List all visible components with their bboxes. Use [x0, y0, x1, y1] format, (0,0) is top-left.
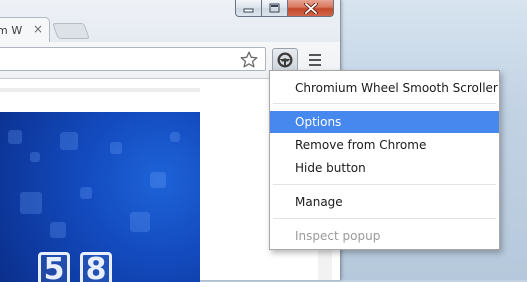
tab-close-icon[interactable]: × [32, 23, 44, 35]
extension-steering-wheel-button[interactable] [272, 48, 298, 72]
minimize-icon [243, 8, 254, 12]
tab-strip: m W × [0, 0, 340, 44]
maximize-icon [269, 3, 280, 13]
menu-separator [273, 103, 496, 104]
menu-separator [273, 184, 496, 185]
menu-item-options[interactable]: Options [270, 111, 499, 133]
window-caption-buttons [235, 0, 334, 18]
hero-digit-tile: 5 [38, 252, 70, 282]
decor-square [60, 132, 78, 150]
decor-square [20, 192, 42, 214]
menu-separator [273, 218, 496, 219]
bookmark-star-icon[interactable] [239, 50, 259, 70]
new-tab-button[interactable] [52, 23, 90, 39]
menu-item-hide-button[interactable]: Hide button [270, 157, 499, 179]
tab-title: m W [0, 24, 23, 37]
active-tab[interactable]: m W × [0, 17, 50, 44]
hero-digit-tile: 8 [80, 252, 112, 282]
decor-square [8, 130, 22, 144]
menu-item-remove-from-chrome[interactable]: Remove from Chrome [270, 134, 499, 156]
menu-bar-icon-line [309, 54, 321, 56]
decor-square [80, 187, 92, 199]
decor-square [30, 152, 40, 162]
content-divider [0, 88, 200, 92]
decor-square [150, 172, 166, 188]
maximize-button[interactable] [262, 0, 288, 17]
menu-item-manage[interactable]: Manage [270, 191, 499, 213]
menu-bar-icon-line [309, 64, 321, 66]
minimize-button[interactable] [235, 0, 262, 17]
omnibox-input[interactable] [0, 47, 266, 71]
decor-square [110, 142, 122, 154]
decor-square [170, 132, 180, 142]
decor-square [50, 222, 66, 238]
hero-image: 5 8 [0, 112, 200, 282]
decor-square [130, 212, 150, 232]
close-icon [303, 2, 318, 14]
steering-wheel-icon [277, 52, 293, 68]
chrome-menu-button[interactable] [306, 51, 324, 69]
menu-item-inspect-popup: Inspect popup [295, 229, 381, 243]
close-window-button[interactable] [288, 0, 334, 17]
extension-context-menu: Chromium Wheel Smooth Scroller Options R… [269, 70, 500, 250]
menu-item-extension-name[interactable]: Chromium Wheel Smooth Scroller [270, 77, 499, 99]
menu-bar-icon-line [309, 59, 321, 61]
